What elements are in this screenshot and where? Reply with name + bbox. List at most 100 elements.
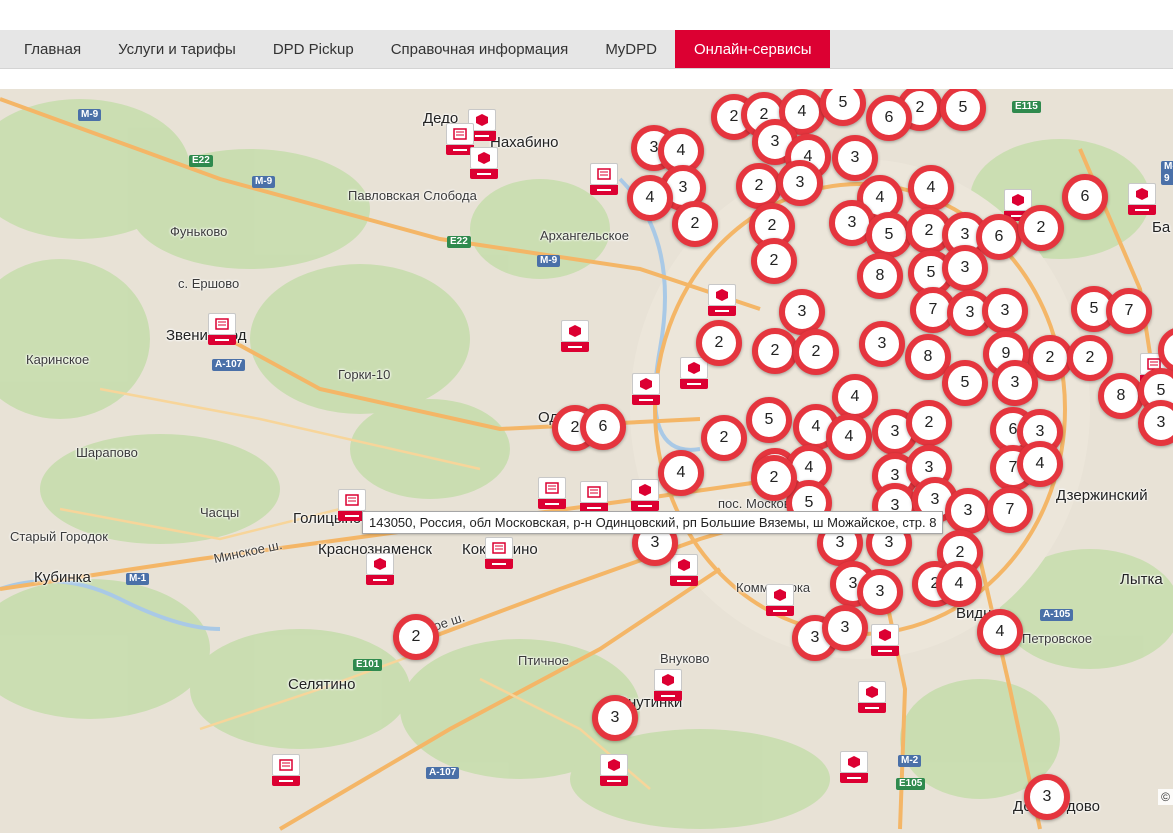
place-label: Ба <box>1152 219 1171 236</box>
nav-online-services[interactable]: Онлайн-сервисы <box>674 30 830 68</box>
pickup-points-map[interactable]: Дедо Нахабино Павловская Слобода Фуньков… <box>0 89 1173 833</box>
cluster-marker[interactable]: 2 <box>736 163 782 209</box>
road-shield: M-9 <box>252 176 276 188</box>
cluster-marker[interactable]: 4 <box>908 165 954 211</box>
pickup-point-marker[interactable] <box>366 553 394 585</box>
cluster-marker[interactable]: 2 <box>793 329 839 375</box>
cluster-marker[interactable]: 7 <box>987 487 1033 533</box>
cluster-marker[interactable]: 3 <box>822 605 868 651</box>
cluster-marker[interactable]: 6 <box>580 404 626 450</box>
cluster-marker[interactable]: 2 <box>752 328 798 374</box>
cluster-marker[interactable]: 5 <box>866 212 912 258</box>
cluster-marker[interactable]: 4 <box>977 609 1023 655</box>
cluster-marker[interactable]: 7 <box>1106 288 1152 334</box>
place-label: Павловская Слобода <box>348 188 477 203</box>
pickup-point-marker[interactable] <box>840 751 868 783</box>
cluster-marker[interactable]: 3 <box>945 488 991 534</box>
cluster-marker[interactable]: 2 <box>906 400 952 446</box>
pickup-point-marker[interactable] <box>654 669 682 701</box>
pickup-point-marker[interactable] <box>561 320 589 352</box>
place-label: Нахабино <box>490 134 559 151</box>
cluster-marker[interactable]: 3 <box>982 288 1028 334</box>
nav-mydpd[interactable]: MyDPD <box>586 30 675 68</box>
cluster-marker[interactable]: 5 <box>942 360 988 406</box>
cluster-marker[interactable]: 4 <box>627 175 673 221</box>
road-shield: E115 <box>1012 101 1041 113</box>
cluster-marker[interactable]: 4 <box>658 450 704 496</box>
parcel-icon <box>716 289 728 301</box>
cluster-marker[interactable]: 2 <box>393 614 439 660</box>
pickup-point-marker[interactable] <box>600 754 628 786</box>
nav-dpd-pickup[interactable]: DPD Pickup <box>254 30 372 68</box>
road-shield: M-9 <box>537 255 561 267</box>
locker-icon <box>545 482 559 494</box>
pickup-point-marker[interactable] <box>1128 183 1156 215</box>
pickup-point-marker[interactable] <box>631 479 659 511</box>
map-copyright[interactable]: © <box>1158 789 1173 805</box>
nav-reference-info[interactable]: Справочная информация <box>372 30 587 68</box>
place-label: Селятино <box>288 676 356 693</box>
pickup-point-marker[interactable] <box>538 477 566 509</box>
nav-services-tariffs[interactable]: Услуги и тарифы <box>99 30 254 68</box>
parcel-icon <box>569 325 581 337</box>
pickup-point-marker[interactable] <box>708 284 736 316</box>
cluster-marker[interactable]: 2 <box>1067 335 1113 381</box>
pickup-point-marker[interactable] <box>680 357 708 389</box>
parcel-icon <box>1136 188 1148 200</box>
cluster-marker[interactable]: 3 <box>857 569 903 615</box>
address-tooltip: 143050, Россия, обл Московская, р-н Один… <box>362 511 944 534</box>
cluster-marker[interactable]: 2 <box>701 415 747 461</box>
pickup-point-marker[interactable] <box>485 537 513 569</box>
cluster-marker[interactable]: 4 <box>1017 441 1063 487</box>
cluster-marker[interactable]: 3 <box>942 245 988 291</box>
pickup-point-marker[interactable] <box>871 624 899 656</box>
cluster-marker[interactable]: 2 <box>751 455 797 501</box>
pickup-point-marker[interactable] <box>858 681 886 713</box>
cluster-marker[interactable]: 5 <box>746 397 792 443</box>
cluster-marker[interactable]: 4 <box>832 374 878 420</box>
page-top-strip <box>0 0 1173 30</box>
road-shield: M-2 <box>898 755 922 767</box>
pickup-point-marker[interactable] <box>590 163 618 195</box>
pickup-point-marker[interactable] <box>632 373 660 405</box>
main-navigation: Главная Услуги и тарифы DPD Pickup Справ… <box>0 30 1173 69</box>
parcel-icon <box>866 686 878 698</box>
road-shield: A-107 <box>426 767 460 779</box>
pickup-point-marker[interactable] <box>208 313 236 345</box>
cluster-marker[interactable]: 4 <box>826 414 872 460</box>
cluster-marker[interactable]: 2 <box>751 238 797 284</box>
cluster-marker[interactable]: 2 <box>1018 205 1064 251</box>
parcel-icon <box>639 484 651 496</box>
place-label: Архангельское <box>540 228 629 243</box>
pickup-point-marker[interactable] <box>272 754 300 786</box>
pickup-point-marker[interactable] <box>766 584 794 616</box>
locker-icon <box>345 494 359 506</box>
place-label: Часцы <box>200 505 240 520</box>
cluster-marker[interactable]: 3 <box>859 321 905 367</box>
cluster-marker[interactable]: 6 <box>1062 174 1108 220</box>
pickup-point-marker[interactable] <box>470 147 498 179</box>
cluster-marker[interactable]: 3 <box>1024 774 1070 820</box>
pickup-point-marker[interactable] <box>670 554 698 586</box>
cluster-marker[interactable]: 2 <box>696 320 742 366</box>
cluster-marker[interactable]: 4 <box>936 561 982 607</box>
parcel-icon <box>640 378 652 390</box>
cluster-marker[interactable]: 3 <box>992 360 1038 406</box>
parcel-icon <box>848 756 860 768</box>
place-label: Птичное <box>518 653 569 668</box>
cluster-marker[interactable]: 6 <box>866 95 912 141</box>
place-label: Горки-10 <box>338 367 391 382</box>
cluster-marker[interactable]: 3 <box>832 135 878 181</box>
cluster-marker[interactable]: 3 <box>592 695 638 741</box>
pickup-point-marker[interactable] <box>580 481 608 513</box>
cluster-marker[interactable]: 2 <box>672 201 718 247</box>
cluster-marker[interactable]: 8 <box>857 253 903 299</box>
parcel-icon <box>879 629 891 641</box>
cluster-marker[interactable]: 3 <box>779 289 825 335</box>
cluster-marker[interactable]: 8 <box>1098 373 1144 419</box>
locker-icon <box>279 759 293 771</box>
cluster-marker[interactable]: 3 <box>777 160 823 206</box>
parcel-icon <box>608 759 620 771</box>
place-label: Внуково <box>660 651 710 666</box>
nav-home[interactable]: Главная <box>0 30 99 68</box>
